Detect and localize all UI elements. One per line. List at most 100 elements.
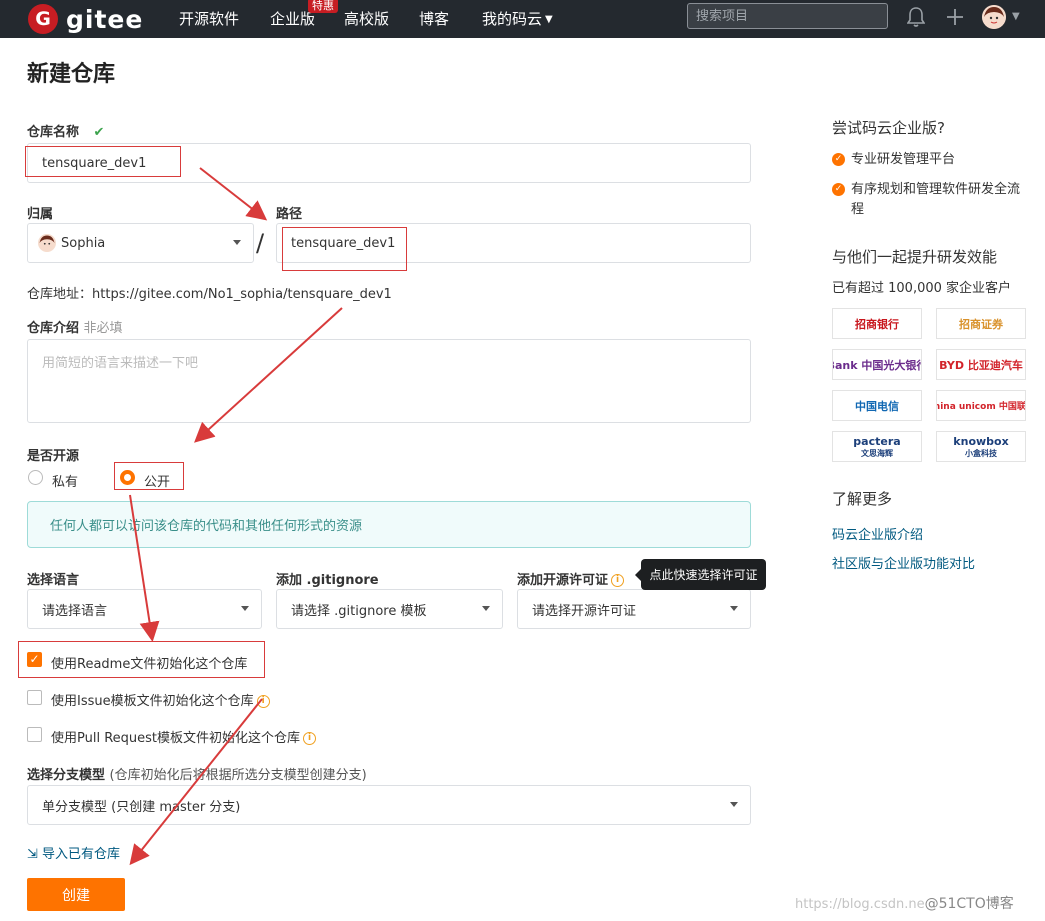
- annotation-box-public: [114, 462, 184, 490]
- gitignore-label: 添加 .gitignore: [276, 573, 379, 588]
- issue-template-label-text: 使用Issue模板文件初始化这个仓库: [51, 694, 254, 709]
- chevron-down-icon: [730, 802, 738, 807]
- license-label: 添加开源许可证 i: [517, 569, 625, 588]
- gitignore-select[interactable]: 请选择 .gitignore 模板: [276, 589, 503, 629]
- customer-logo-pactera: pactera 文思海辉: [832, 431, 922, 462]
- owner-avatar: [38, 234, 56, 252]
- gitee-logo-text: gitee: [66, 4, 144, 34]
- issue-template-checkbox[interactable]: [27, 690, 42, 705]
- chevron-down-icon: [482, 606, 490, 611]
- customers-text: 已有超过 100,000 家企业客户: [832, 281, 1012, 296]
- intro-textarea[interactable]: 用简短的语言来描述一下吧: [27, 339, 751, 423]
- customer-logo-byd: BYD 比亚迪汽车: [936, 349, 1026, 380]
- compare-editions-link[interactable]: 社区版与企业版功能对比: [832, 553, 975, 572]
- license-value: 请选择开源许可证: [532, 603, 637, 619]
- chevron-down-icon: [233, 240, 241, 245]
- customer-logo-cmb: 招商银行: [832, 308, 922, 339]
- repo-name-label: 仓库名称 ✔: [27, 121, 104, 140]
- gitee-logo[interactable]: G gitee: [28, 4, 143, 34]
- top-navbar: G gitee 开源软件 企业版 特惠 高校版 博客 我的码云▼ ▼: [0, 0, 1045, 38]
- path-separator: /: [256, 229, 265, 257]
- visibility-label: 是否开源: [27, 449, 80, 464]
- language-select[interactable]: 请选择语言: [27, 589, 262, 629]
- pr-template-label-text: 使用Pull Request模板文件初始化这个仓库: [51, 731, 301, 746]
- owner-select[interactable]: Sophia: [27, 223, 254, 263]
- annotation-box-repo-name: [25, 146, 181, 177]
- repo-url-value: https://gitee.com/No1_sophia/tensquare_d…: [92, 287, 392, 302]
- info-icon[interactable]: i: [256, 695, 270, 708]
- learn-more-title: 了解更多: [832, 490, 893, 508]
- enterprise-intro-link[interactable]: 码云企业版介绍: [832, 524, 923, 543]
- customer-logo-unicom: China unicom 中国联通: [936, 390, 1026, 421]
- customer-logo-telecom: 中国电信: [832, 390, 922, 421]
- page-title: 新建仓库: [27, 62, 116, 87]
- watermark: https://blog.csdn.ne@51CTO博客: [795, 893, 1014, 913]
- nav-my-gitee[interactable]: 我的码云 ▼: [482, 8, 553, 29]
- nav-university[interactable]: 高校版: [344, 8, 389, 29]
- promo-badge: 特惠: [308, 0, 338, 13]
- check-circle-icon: ✓: [832, 153, 845, 166]
- customer-logo-knowbox-sub: 小盒科技: [965, 448, 997, 458]
- search-input[interactable]: [687, 3, 888, 29]
- chevron-down-icon: [241, 606, 249, 611]
- bell-icon[interactable]: [907, 6, 925, 28]
- radio-private[interactable]: [28, 470, 43, 485]
- feature-item-2-text: 有序规划和管理软件研发全流程: [851, 182, 1021, 217]
- nav-blog[interactable]: 博客: [419, 8, 449, 29]
- intro-label: 仓库介绍 非必填: [27, 317, 123, 336]
- language-value: 请选择语言: [42, 603, 108, 619]
- pr-template-checkbox[interactable]: [27, 727, 42, 742]
- intro-optional: 非必填: [83, 321, 123, 336]
- customer-logo-cmbsec-text: 招商证券: [959, 317, 1003, 331]
- enterprise-title: 尝试码云企业版?: [832, 119, 945, 137]
- annotation-box-path: [282, 227, 407, 271]
- customer-logo-knowbox-text: knowbox: [953, 434, 1009, 448]
- check-icon: ✔: [93, 125, 105, 140]
- customer-logo-cmbsec: 招商证券: [936, 308, 1026, 339]
- repo-name-label-text: 仓库名称: [27, 125, 80, 140]
- watermark-brand: @51CTO博客: [924, 896, 1014, 912]
- avatar-chevron-down-icon[interactable]: ▼: [1012, 11, 1020, 22]
- branch-model-select[interactable]: 单分支模型 (只创建 master 分支): [27, 785, 751, 825]
- license-label-text: 添加开源许可证: [517, 573, 609, 588]
- info-icon[interactable]: i: [303, 732, 317, 745]
- customer-logo-unicom-text: China unicom 中国联通: [937, 402, 1026, 412]
- together-title: 与他们一起提升研发效能: [832, 248, 998, 266]
- user-avatar[interactable]: [982, 5, 1006, 29]
- feature-item-1-text: 专业研发管理平台: [851, 152, 956, 167]
- customer-logo-pactera-sub: 文思海辉: [861, 448, 893, 458]
- branch-model-label-text: 选择分支模型: [27, 768, 106, 783]
- owner-label: 归属: [27, 207, 54, 222]
- import-icon: ⇲: [27, 847, 38, 862]
- customer-logo-byd-text: BYD 比亚迪汽车: [939, 358, 1023, 372]
- license-tooltip: 点此快速选择许可证: [635, 559, 766, 590]
- intro-label-text: 仓库介绍: [27, 321, 80, 336]
- customer-logo-knowbox: knowbox 小盒科技: [936, 431, 1026, 462]
- customer-logo-cmb-text: 招商银行: [855, 317, 899, 331]
- feature-item-2: ✓ 有序规划和管理软件研发全流程: [832, 180, 1032, 220]
- feature-item-1: ✓ 专业研发管理平台: [832, 150, 1032, 170]
- create-button[interactable]: 创建: [27, 878, 125, 911]
- gitee-logo-mark: G: [28, 4, 58, 34]
- pr-template-label: 使用Pull Request模板文件初始化这个仓库 i: [51, 727, 317, 746]
- branch-model-value: 单分支模型 (只创建 master 分支): [42, 799, 241, 815]
- watermark-url: https://blog.csdn.ne: [795, 897, 925, 912]
- customer-logo-pactera-text: pactera: [853, 434, 901, 448]
- customer-logo-ceb: Bank 中国光大银行: [832, 349, 922, 380]
- customer-logo-ceb-text: Bank 中国光大银行: [833, 358, 922, 372]
- branch-model-label: 选择分支模型 (仓库初始化后将根据所选分支模型创建分支): [27, 764, 367, 783]
- license-select[interactable]: 请选择开源许可证: [517, 589, 751, 629]
- info-icon[interactable]: i: [611, 574, 625, 587]
- plus-icon[interactable]: [945, 7, 965, 27]
- repo-url-label: 仓库地址：: [27, 287, 93, 302]
- repo-url: 仓库地址：https://gitee.com/No1_sophia/tensqu…: [27, 283, 392, 302]
- branch-model-hint: (仓库初始化后将根据所选分支模型创建分支): [109, 768, 367, 783]
- language-label: 选择语言: [27, 573, 80, 588]
- nav-open-source[interactable]: 开源软件: [179, 8, 239, 29]
- radio-private-label: 私有: [52, 475, 79, 490]
- nav-my-gitee-label: 我的码云: [482, 10, 543, 28]
- gitignore-value: 请选择 .gitignore 模板: [291, 603, 427, 619]
- import-repo-link-text: 导入已有仓库: [42, 847, 121, 862]
- issue-template-label: 使用Issue模板文件初始化这个仓库 i: [51, 690, 270, 709]
- import-repo-link[interactable]: ⇲ 导入已有仓库: [27, 843, 120, 862]
